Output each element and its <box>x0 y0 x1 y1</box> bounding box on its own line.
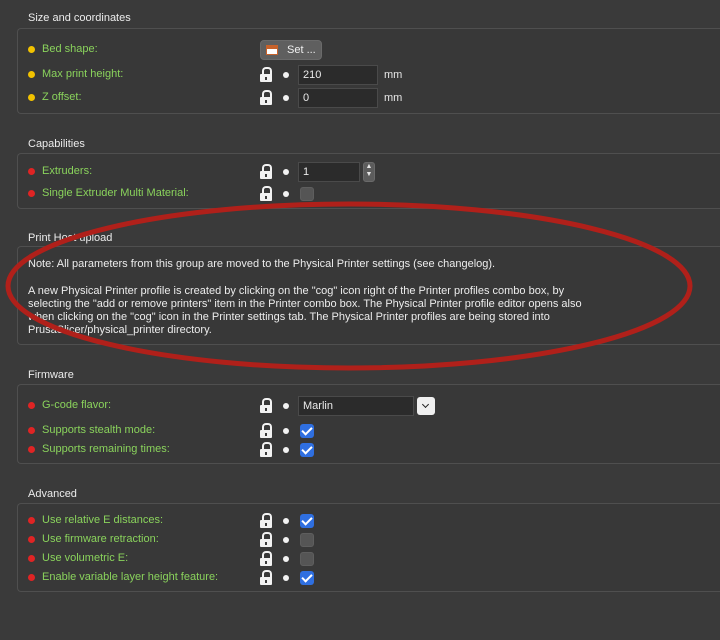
status-dot <box>28 555 35 562</box>
relative-e-checkbox[interactable] <box>300 514 314 528</box>
max-print-height-label: Max print height: <box>42 68 124 80</box>
row-max-print-height: Max print height: 210 mm <box>28 65 708 85</box>
lock-icon[interactable] <box>260 90 272 105</box>
status-dot <box>28 402 35 409</box>
bullet-icon[interactable] <box>283 95 289 101</box>
lock-icon[interactable] <box>260 164 272 179</box>
relative-e-label: Use relative E distances: <box>42 514 164 526</box>
volumetric-e-label: Use volumetric E: <box>42 552 129 564</box>
z-offset-unit: mm <box>384 92 403 104</box>
extruders-input[interactable]: 1 <box>298 162 360 182</box>
lock-icon[interactable] <box>260 423 272 438</box>
group-title-firmware: Firmware <box>28 369 74 381</box>
lock-icon[interactable] <box>260 186 272 201</box>
row-volumetric-e: Use volumetric E: <box>28 549 708 569</box>
lock-icon[interactable] <box>260 442 272 457</box>
lock-icon[interactable] <box>260 398 272 413</box>
bullet-icon[interactable] <box>283 447 289 453</box>
status-dot <box>28 190 35 197</box>
row-extruders: Extruders: 1 ▲ ▼ <box>28 162 708 182</box>
print-host-note-line1: Note: All parameters from this group are… <box>28 258 496 270</box>
stealth-mode-checkbox[interactable] <box>300 424 314 438</box>
chevron-down-icon[interactable] <box>417 397 435 415</box>
status-dot <box>28 46 35 53</box>
print-host-note-line2: A new Physical Printer profile is create… <box>28 285 565 297</box>
bullet-icon[interactable] <box>283 556 289 562</box>
group-title-advanced: Advanced <box>28 488 77 500</box>
extruders-spinner[interactable]: ▲ ▼ <box>363 162 375 182</box>
group-title-size: Size and coordinates <box>28 12 131 24</box>
single-extruder-mm-checkbox[interactable] <box>300 187 314 201</box>
group-title-print-host: Print Host upload <box>28 232 113 244</box>
status-dot <box>28 536 35 543</box>
row-variable-layer-height: Enable variable layer height feature: <box>28 568 708 588</box>
status-dot <box>28 94 35 101</box>
extruders-label: Extruders: <box>42 165 93 177</box>
row-gcode-flavor: G-code flavor: Marlin <box>28 396 708 416</box>
status-dot <box>28 517 35 524</box>
bed-shape-set-button[interactable]: Set ... <box>260 40 322 60</box>
row-stealth-mode: Supports stealth mode: <box>28 421 708 441</box>
lock-icon[interactable] <box>260 532 272 547</box>
bullet-icon[interactable] <box>283 169 289 175</box>
print-host-note-line3: selecting the "add or remove printers" i… <box>28 298 582 310</box>
print-host-note-line5: PrusaSlicer/physical_printer directory. <box>28 324 212 336</box>
bullet-icon[interactable] <box>283 518 289 524</box>
bullet-icon[interactable] <box>283 428 289 434</box>
bullet-icon[interactable] <box>283 575 289 581</box>
variable-layer-height-label: Enable variable layer height feature: <box>42 571 219 583</box>
status-dot <box>28 168 35 175</box>
remaining-times-checkbox[interactable] <box>300 443 314 457</box>
bed-shape-button-label: Set ... <box>287 44 316 56</box>
bed-shape-icon <box>266 45 278 55</box>
bed-shape-label: Bed shape: <box>42 43 98 55</box>
row-relative-e: Use relative E distances: <box>28 511 708 531</box>
volumetric-e-checkbox[interactable] <box>300 552 314 566</box>
status-dot <box>28 71 35 78</box>
bullet-icon[interactable] <box>283 72 289 78</box>
row-firmware-retraction: Use firmware retraction: <box>28 530 708 550</box>
row-single-extruder-mm: Single Extruder Multi Material: <box>28 184 708 204</box>
bullet-icon[interactable] <box>283 191 289 197</box>
row-bed-shape: Bed shape: Set ... <box>28 40 708 60</box>
status-dot <box>28 427 35 434</box>
gcode-flavor-select[interactable]: Marlin <box>298 396 414 416</box>
status-dot <box>28 574 35 581</box>
bullet-icon[interactable] <box>283 403 289 409</box>
print-host-note-line4: when clicking on the "cog" icon in the P… <box>28 311 550 323</box>
lock-icon[interactable] <box>260 67 272 82</box>
lock-icon[interactable] <box>260 513 272 528</box>
stealth-mode-label: Supports stealth mode: <box>42 424 156 436</box>
z-offset-input[interactable]: 0 <box>298 88 378 108</box>
lock-icon[interactable] <box>260 570 272 585</box>
variable-layer-height-checkbox[interactable] <box>300 571 314 585</box>
bullet-icon[interactable] <box>283 537 289 543</box>
max-print-height-unit: mm <box>384 69 403 81</box>
max-print-height-input[interactable]: 210 <box>298 65 378 85</box>
gcode-flavor-label: G-code flavor: <box>42 399 112 411</box>
single-extruder-mm-label: Single Extruder Multi Material: <box>42 187 189 199</box>
remaining-times-label: Supports remaining times: <box>42 443 170 455</box>
firmware-retraction-label: Use firmware retraction: <box>42 533 159 545</box>
group-title-capabilities: Capabilities <box>28 138 85 150</box>
z-offset-label: Z offset: <box>42 91 82 103</box>
firmware-retraction-checkbox[interactable] <box>300 533 314 547</box>
lock-icon[interactable] <box>260 551 272 566</box>
status-dot <box>28 446 35 453</box>
row-remaining-times: Supports remaining times: <box>28 440 708 460</box>
row-z-offset: Z offset: 0 mm <box>28 88 708 108</box>
